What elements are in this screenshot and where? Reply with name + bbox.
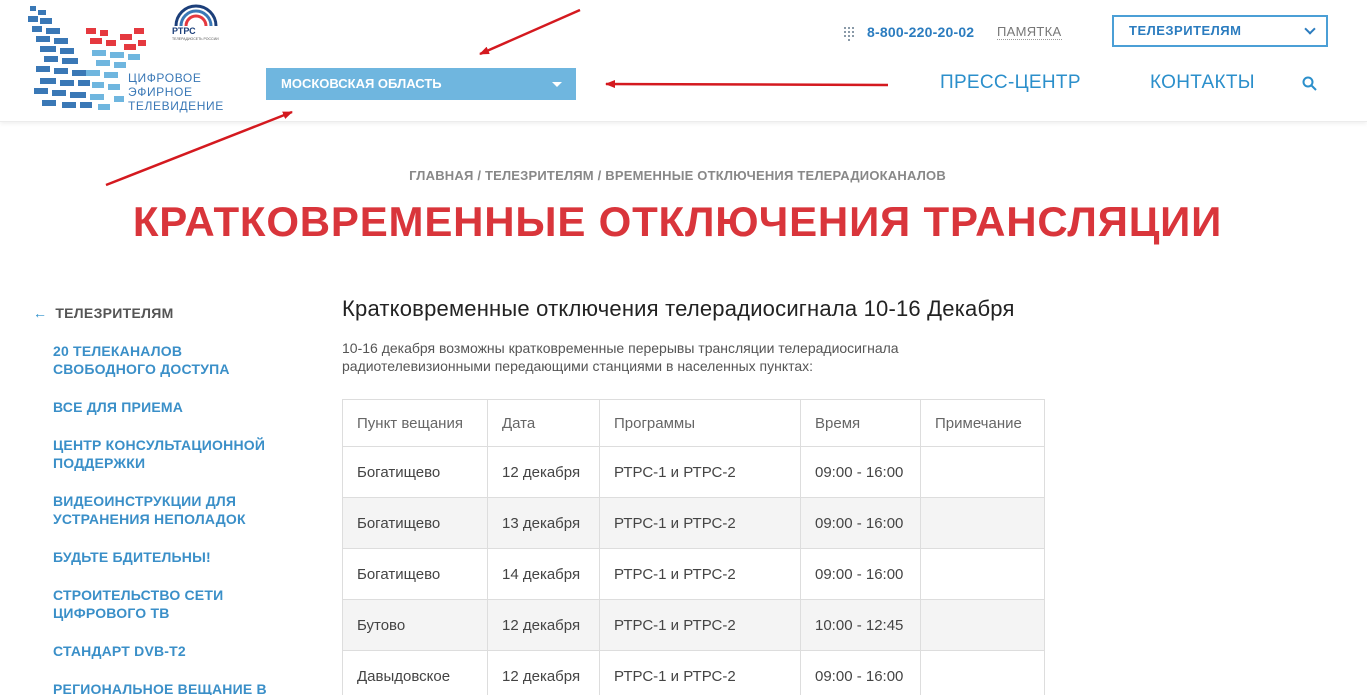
sidebar-item-label: УСТРАНЕНИЯ НЕПОЛАДОК	[53, 511, 246, 527]
sidebar-back-link[interactable]: ← ТЕЛЕЗРИТЕЛЯМ	[33, 305, 283, 321]
table-cell: РТРС-1 и РТРС-2	[599, 446, 801, 498]
table-cell: 13 декабря	[487, 497, 600, 549]
sidebar-item-label: СТРОИТЕЛЬСТВО СЕТИ	[53, 587, 224, 603]
table-cell: 14 декабря	[487, 548, 600, 600]
sidebar-item-label: РЕГИОНАЛЬНОЕ ВЕЩАНИЕ В	[53, 681, 267, 695]
sidebar-item-be-vigilant[interactable]: БУДЬТЕ БДИТЕЛЬНЫ!	[33, 548, 283, 566]
column-header: Дата	[487, 399, 600, 447]
phone-link[interactable]: 8-800-220-20-02	[867, 24, 974, 40]
table-cell: РТРС-1 и РТРС-2	[599, 650, 801, 695]
sidebar-item-regional-broadcast[interactable]: РЕГИОНАЛЬНОЕ ВЕЩАНИЕ В	[33, 680, 283, 695]
sidebar-item-label: ВИДЕОИНСТРУКЦИИ ДЛЯ	[53, 493, 237, 509]
rtrs-label: РТРС	[172, 26, 196, 36]
table-cell: 09:00 - 16:00	[800, 446, 921, 498]
table-cell: 10:00 - 12:45	[800, 599, 921, 651]
table-cell	[920, 446, 1045, 498]
table-cell	[920, 599, 1045, 651]
sidebar-item-reception[interactable]: ВСЕ ДЛЯ ПРИЕМА	[33, 398, 283, 416]
table-cell: 09:00 - 16:00	[800, 650, 921, 695]
breadcrumb-viewers[interactable]: ТЕЛЕЗРИТЕЛЯМ	[485, 168, 594, 183]
table-cell	[920, 650, 1045, 695]
table-row: Богатищево 12 декабря РТРС-1 и РТРС-2 09…	[342, 446, 1045, 498]
nav-contacts[interactable]: КОНТАКТЫ	[1150, 72, 1255, 94]
table-cell: Богатищево	[342, 446, 488, 498]
intro-line: 10-16 декабря возможны кратковременные п…	[342, 340, 899, 356]
page-title: КРАТКОВРЕМЕННЫЕ ОТКЛЮЧЕНИЯ ТРАНСЛЯЦИИ	[132, 198, 1223, 245]
table-cell: 09:00 - 16:00	[800, 497, 921, 549]
logo-line: ЦИФРОВОЕ	[128, 71, 202, 85]
outages-table: Пункт вещания Дата Программы Время Приме…	[342, 399, 1045, 695]
content-intro: 10-16 декабря возможны кратковременные п…	[342, 339, 1002, 375]
intro-line: радиотелевизионными передающими станциям…	[342, 358, 814, 374]
main-content: Кратковременные отключения телерадиосигн…	[342, 296, 1062, 375]
table-cell	[920, 497, 1045, 549]
table-cell: 09:00 - 16:00	[800, 548, 921, 600]
table-cell: Богатищево	[342, 548, 488, 600]
column-header: Примечание	[920, 399, 1045, 447]
breadcrumb-separator: /	[473, 168, 485, 183]
rtrs-arc-icon	[174, 4, 218, 27]
table-cell: 12 декабря	[487, 446, 600, 498]
rtrs-logo[interactable]: РТРС ТЕЛЕРАДИОСЕТЬ РОССИИ	[170, 4, 224, 44]
table-row: Богатищево 13 декабря РТРС-1 и РТРС-2 09…	[342, 497, 1045, 549]
sidebar-item-label: СТАНДАРТ DVB-T2	[53, 643, 186, 659]
rtrs-subtitle: ТЕЛЕРАДИОСЕТЬ РОССИИ	[172, 37, 219, 41]
table-cell	[920, 548, 1045, 600]
content-heading: Кратковременные отключения телерадиосигн…	[342, 296, 1015, 321]
sidebar-item-label: ВСЕ ДЛЯ ПРИЕМА	[53, 399, 184, 415]
region-select-value: МОСКОВСКАЯ ОБЛАСТЬ	[281, 76, 442, 91]
logo-text: ЦИФРОВОЕ ЭФИРНОЕ ТЕЛЕВИДЕНИЕ	[128, 71, 224, 113]
table-row: Бутово 12 декабря РТРС-1 и РТРС-2 10:00 …	[342, 599, 1045, 651]
sidebar-item-label: БУДЬТЕ БДИТЕЛЬНЫ!	[53, 549, 211, 565]
phone-keypad-icon	[843, 25, 855, 41]
table-cell: РТРС-1 и РТРС-2	[599, 497, 801, 549]
breadcrumb: ГЛАВНАЯ / ТЕЛЕЗРИТЕЛЯМ / ВРЕМЕННЫЕ ОТКЛЮ…	[0, 168, 1355, 183]
sidebar-item-label: ЦЕНТР КОНСУЛЬТАЦИОННОЙ	[53, 437, 266, 453]
breadcrumb-separator: /	[593, 168, 606, 183]
table-cell: 12 декабря	[487, 599, 600, 651]
search-icon[interactable]	[1302, 76, 1317, 91]
table-cell: 12 декабря	[487, 650, 600, 695]
sidebar-item-free-channels[interactable]: 20 ТЕЛЕКАНАЛОВ СВОБОДНОГО ДОСТУПА	[33, 342, 283, 378]
viewers-dropdown[interactable]: ТЕЛЕЗРИТЕЛЯМ	[1112, 15, 1328, 47]
sidebar-item-video-guides[interactable]: ВИДЕОИНСТРУКЦИИ ДЛЯ УСТРАНЕНИЯ НЕПОЛАДОК	[33, 492, 283, 528]
table-cell: Бутово	[342, 599, 488, 651]
sidebar-item-label: ПОДДЕРЖКИ	[53, 455, 146, 471]
viewers-dropdown-label: ТЕЛЕЗРИТЕЛЯМ	[1129, 23, 1242, 38]
region-select[interactable]: МОСКОВСКАЯ ОБЛАСТЬ	[266, 68, 576, 100]
table-header-row: Пункт вещания Дата Программы Время Приме…	[342, 399, 1045, 447]
sidebar-item-label: 20 ТЕЛЕКАНАЛОВ	[53, 343, 183, 359]
table-cell: Богатищево	[342, 497, 488, 549]
column-header: Пункт вещания	[342, 399, 488, 447]
site-header: ЦИФРОВОЕ ЭФИРНОЕ ТЕЛЕВИДЕНИЕ РТРС ТЕЛЕРА…	[0, 0, 1367, 122]
table-cell: Давыдовское	[342, 650, 488, 695]
nav-press-center[interactable]: ПРЕСС-ЦЕНТР	[940, 72, 1081, 94]
table-row: Давыдовское 12 декабря РТРС-1 и РТРС-2 0…	[342, 650, 1045, 695]
table-row: Богатищево 14 декабря РТРС-1 и РТРС-2 09…	[342, 548, 1045, 600]
column-header: Время	[800, 399, 921, 447]
memo-link[interactable]: ПАМЯТКА	[997, 24, 1062, 40]
column-header: Программы	[599, 399, 801, 447]
sidebar-item-network-construction[interactable]: СТРОИТЕЛЬСТВО СЕТИ ЦИФРОВОГО ТВ	[33, 586, 283, 622]
sidebar-item-label: ЦИФРОВОГО ТВ	[53, 605, 170, 621]
breadcrumb-home[interactable]: ГЛАВНАЯ	[409, 168, 473, 183]
logo-line: ЭФИРНОЕ	[128, 85, 193, 99]
table-cell: РТРС-1 и РТРС-2	[599, 548, 801, 600]
sidebar: ← ТЕЛЕЗРИТЕЛЯМ 20 ТЕЛЕКАНАЛОВ СВОБОДНОГО…	[33, 305, 283, 695]
sidebar-item-support-center[interactable]: ЦЕНТР КОНСУЛЬТАЦИОННОЙ ПОДДЕРЖКИ	[33, 436, 283, 472]
logo-line: ТЕЛЕВИДЕНИЕ	[128, 99, 224, 113]
sidebar-item-dvb-t2[interactable]: СТАНДАРТ DVB-T2	[33, 642, 283, 660]
sidebar-back-label: ТЕЛЕЗРИТЕЛЯМ	[55, 305, 174, 321]
sidebar-item-label: СВОБОДНОГО ДОСТУПА	[53, 361, 230, 377]
breadcrumb-current: ВРЕМЕННЫЕ ОТКЛЮЧЕНИЯ ТЕЛЕРАДИОКАНАЛОВ	[605, 168, 946, 183]
arrow-left-icon: ←	[33, 305, 48, 321]
caret-down-icon	[552, 82, 562, 87]
chevron-down-icon	[1304, 23, 1316, 35]
table-cell: РТРС-1 и РТРС-2	[599, 599, 801, 651]
